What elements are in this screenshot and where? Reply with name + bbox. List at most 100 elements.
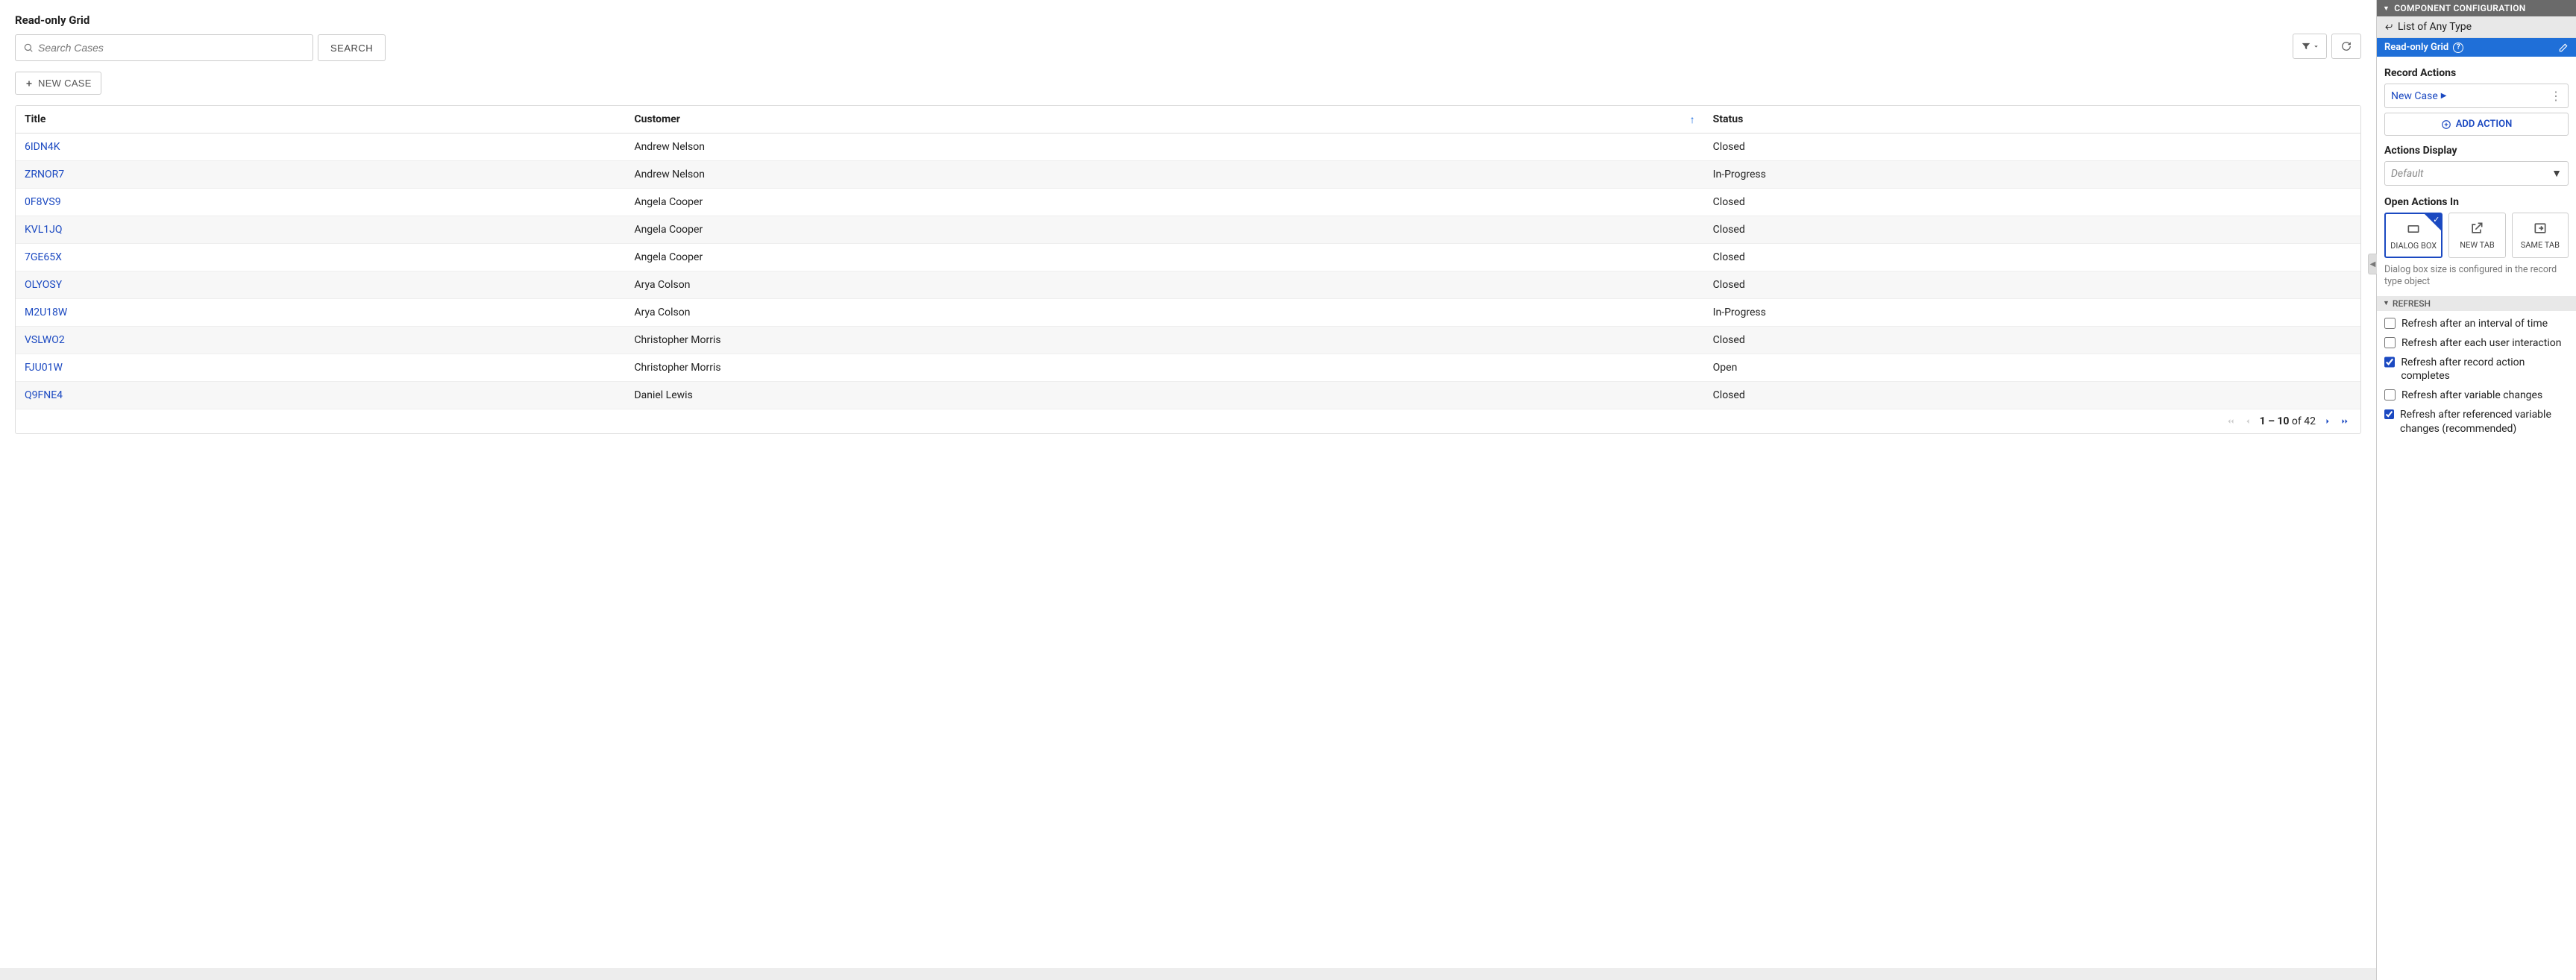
checkbox-input[interactable] [2384, 318, 2396, 329]
refresh-button[interactable] [2331, 34, 2361, 59]
page-first-button[interactable] [2225, 416, 2236, 427]
config-panel: ◀ ▼ COMPONENT CONFIGURATION List of Any … [2376, 0, 2576, 980]
caret-right-icon: ▶ [2441, 92, 2447, 100]
toolbar-right [2293, 34, 2361, 59]
row-status-cell: In-Progress [1704, 299, 2360, 327]
edit-icon[interactable] [2558, 43, 2569, 53]
table-row: ZRNOR7 Andrew Nelson In-Progress [16, 161, 2360, 189]
table-row: 6IDN4K Andrew Nelson Closed [16, 134, 2360, 161]
open-option-dialog[interactable]: DIALOG BOX [2384, 213, 2443, 258]
row-customer-cell: Angela Cooper [625, 244, 1703, 271]
checkbox-input[interactable] [2384, 389, 2396, 401]
new-case-button[interactable]: NEW CASE [15, 72, 101, 95]
row-status-cell: Closed [1704, 216, 2360, 244]
sort-ascending-icon: ↑ [1690, 113, 1695, 126]
row-title-link[interactable]: ZRNOR7 [25, 169, 64, 180]
page-next-button[interactable] [2323, 417, 2332, 426]
triangle-down-icon: ▼ [2383, 4, 2390, 13]
record-action-link[interactable]: New Case▶ [2391, 90, 2446, 102]
search-input-wrap[interactable] [15, 34, 313, 61]
help-icon[interactable]: ? [2453, 43, 2463, 53]
refresh-record-action-checkbox[interactable]: Refresh after record action completes [2384, 356, 2569, 383]
table-row: FJU01W Christopher Morris Open [16, 354, 2360, 382]
open-option-sametab[interactable]: SAME TAB [2512, 213, 2569, 258]
table-row: OLYOSY Arya Colson Closed [16, 271, 2360, 299]
row-status-cell: Closed [1704, 271, 2360, 299]
page-last-button[interactable] [2340, 416, 2350, 427]
new-case-label: NEW CASE [38, 78, 92, 89]
open-actions-options: DIALOG BOX NEW TAB SAME TAB [2384, 213, 2569, 258]
row-customer-cell: Christopher Morris [625, 354, 1703, 382]
dialog-icon [2406, 222, 2421, 236]
action-menu-button[interactable]: ⋮ [2550, 89, 2562, 103]
breadcrumb[interactable]: List of Any Type [2377, 16, 2576, 38]
triangle-down-icon: ▼ [2383, 299, 2390, 307]
footer-bar [0, 968, 2376, 980]
panel-header[interactable]: ▼ COMPONENT CONFIGURATION [2377, 0, 2576, 16]
page-title: Read-only Grid [15, 13, 2361, 27]
row-status-cell: Open [1704, 354, 2360, 382]
row-status-cell: Closed [1704, 327, 2360, 354]
refresh-interaction-checkbox[interactable]: Refresh after each user interaction [2384, 336, 2569, 350]
filter-button[interactable] [2293, 34, 2327, 59]
row-status-cell: In-Progress [1704, 161, 2360, 189]
row-title-link[interactable]: VSLWO2 [25, 334, 65, 346]
col-header-customer[interactable]: Customer↑ [625, 106, 1703, 134]
plus-circle-icon [2441, 119, 2451, 130]
checkbox-input[interactable] [2384, 356, 2395, 368]
refresh-referenced-checkbox[interactable]: Refresh after referenced variable change… [2384, 408, 2569, 435]
panel-body: Record Actions New Case▶ ⋮ ADD ACTION Ac… [2377, 57, 2576, 980]
return-arrow-icon [2384, 22, 2393, 31]
row-status-cell: Closed [1704, 244, 2360, 271]
row-customer-cell: Angela Cooper [625, 189, 1703, 216]
table-row: 7GE65X Angela Cooper Closed [16, 244, 2360, 271]
row-customer-cell: Christopher Morris [625, 327, 1703, 354]
table-row: 0F8VS9 Angela Cooper Closed [16, 189, 2360, 216]
col-header-title[interactable]: Title [16, 106, 625, 134]
row-customer-cell: Arya Colson [625, 271, 1703, 299]
checkbox-input[interactable] [2384, 337, 2396, 348]
row-status-cell: Closed [1704, 189, 2360, 216]
refresh-section-header[interactable]: ▼ REFRESH [2377, 296, 2576, 311]
row-customer-cell: Andrew Nelson [625, 161, 1703, 189]
refresh-interval-checkbox[interactable]: Refresh after an interval of time [2384, 317, 2569, 330]
section-title: Read-only Grid [2384, 42, 2448, 53]
row-title-link[interactable]: OLYOSY [25, 279, 62, 291]
page-prev-button[interactable] [2243, 417, 2252, 426]
external-link-icon [2469, 221, 2484, 236]
main-content: Read-only Grid SEARCH NEW CASE Title Cus… [0, 0, 2376, 980]
chevron-double-left-icon [2225, 416, 2236, 427]
search-input[interactable] [38, 42, 305, 54]
row-title-link[interactable]: 0F8VS9 [25, 196, 61, 208]
col-header-status[interactable]: Status [1704, 106, 2360, 134]
search-button[interactable]: SEARCH [318, 34, 386, 61]
add-action-button[interactable]: ADD ACTION [2384, 113, 2569, 136]
refresh-icon [2341, 41, 2352, 51]
checkbox-input[interactable] [2384, 409, 2394, 420]
row-customer-cell: Daniel Lewis [625, 382, 1703, 409]
row-title-link[interactable]: KVL1JQ [25, 224, 62, 236]
section-bar: Read-only Grid ? [2377, 38, 2576, 57]
grid-header-row: Title Customer↑ Status [16, 106, 2360, 134]
table-row: KVL1JQ Angela Cooper Closed [16, 216, 2360, 244]
panel-collapse-handle[interactable]: ◀ [2368, 254, 2377, 274]
actions-display-select[interactable]: Default ▼ [2384, 161, 2569, 186]
record-actions-label: Record Actions [2384, 67, 2569, 79]
chevron-down-icon: ▼ [2551, 167, 2562, 180]
row-title-link[interactable]: M2U18W [25, 307, 67, 318]
row-title-link[interactable]: Q9FNE4 [25, 389, 63, 401]
row-title-link[interactable]: 6IDN4K [25, 141, 60, 153]
pagination: 1 – 10 of 42 [16, 409, 2360, 433]
actions-display-label: Actions Display [2384, 145, 2569, 157]
record-action-item: New Case▶ ⋮ [2384, 84, 2569, 108]
refresh-variable-checkbox[interactable]: Refresh after variable changes [2384, 389, 2569, 402]
row-customer-cell: Arya Colson [625, 299, 1703, 327]
row-status-cell: Closed [1704, 134, 2360, 161]
data-grid: Title Customer↑ Status 6IDN4K Andrew Nel… [15, 105, 2361, 434]
open-option-newtab[interactable]: NEW TAB [2448, 213, 2505, 258]
chevron-left-icon [2243, 417, 2252, 426]
row-customer-cell: Andrew Nelson [625, 134, 1703, 161]
row-title-link[interactable]: FJU01W [25, 362, 63, 374]
same-tab-icon [2533, 221, 2548, 236]
row-title-link[interactable]: 7GE65X [25, 251, 62, 263]
